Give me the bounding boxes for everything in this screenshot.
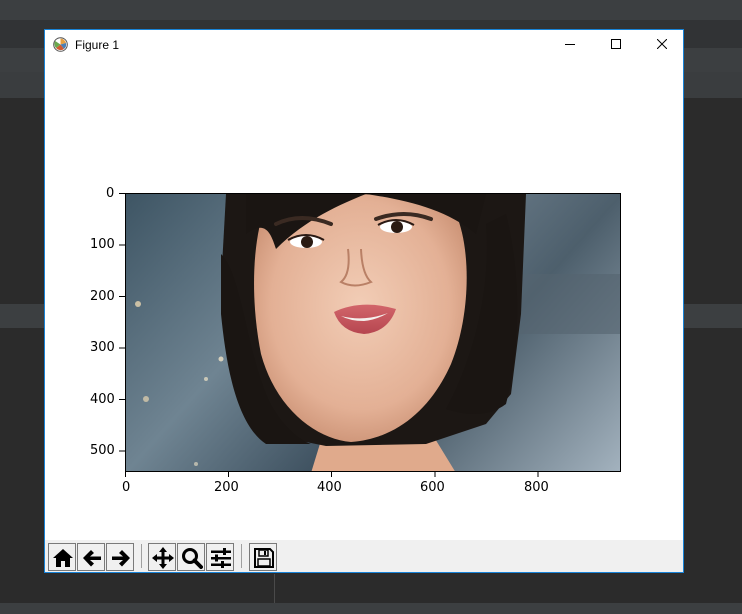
back-arrow-icon (83, 550, 101, 567)
y-tick-label: 100 (90, 237, 115, 252)
save-button[interactable] (249, 543, 277, 571)
minimize-button[interactable] (547, 30, 593, 59)
x-tick-label: 200 (214, 480, 239, 495)
toolbar-separator (141, 544, 142, 568)
x-tick-label: 400 (317, 480, 342, 495)
y-tick-label: 500 (90, 443, 115, 458)
home-icon (53, 549, 73, 567)
y-tick-label: 300 (90, 340, 115, 355)
x-axis-ticks (125, 471, 539, 477)
x-tick-label: 800 (524, 480, 549, 495)
window-title: Figure 1 (75, 38, 120, 52)
ide-top-bar (0, 0, 742, 20)
minimize-icon (565, 44, 575, 45)
save-icon (254, 548, 274, 568)
ide-divider (274, 574, 275, 604)
pan-icon (152, 547, 174, 569)
navigation-toolbar (45, 540, 683, 572)
close-button[interactable] (639, 30, 685, 59)
y-tick-label: 0 (106, 186, 115, 201)
subplots-config-icon (211, 548, 231, 568)
maximize-button[interactable] (593, 30, 639, 59)
image-axes[interactable] (125, 193, 621, 472)
x-tick-label: 0 (122, 480, 131, 495)
home-button[interactable] (48, 543, 76, 571)
ide-status-bar (0, 603, 742, 614)
pan-button[interactable] (148, 543, 176, 571)
y-tick-label: 400 (90, 392, 115, 407)
forward-arrow-icon (112, 550, 130, 567)
maximize-icon (611, 39, 621, 49)
x-tick-label: 600 (420, 480, 445, 495)
close-icon (657, 39, 667, 49)
portrait-image (126, 194, 620, 471)
y-axis-ticks (119, 193, 125, 452)
plot-canvas[interactable]: 0 100 200 300 400 500 0 200 400 600 800 (45, 60, 683, 540)
forward-button[interactable] (106, 543, 134, 571)
matplotlib-icon (53, 37, 68, 52)
configure-subplots-button[interactable] (206, 543, 234, 571)
figure-window: Figure 1 0 100 200 300 400 500 0 200 400… (44, 29, 684, 573)
zoom-icon (182, 548, 203, 569)
toolbar-separator (241, 544, 242, 568)
back-button[interactable] (77, 543, 105, 571)
zoom-button[interactable] (177, 543, 205, 571)
title-bar[interactable]: Figure 1 (45, 30, 683, 60)
y-tick-label: 200 (90, 289, 115, 304)
